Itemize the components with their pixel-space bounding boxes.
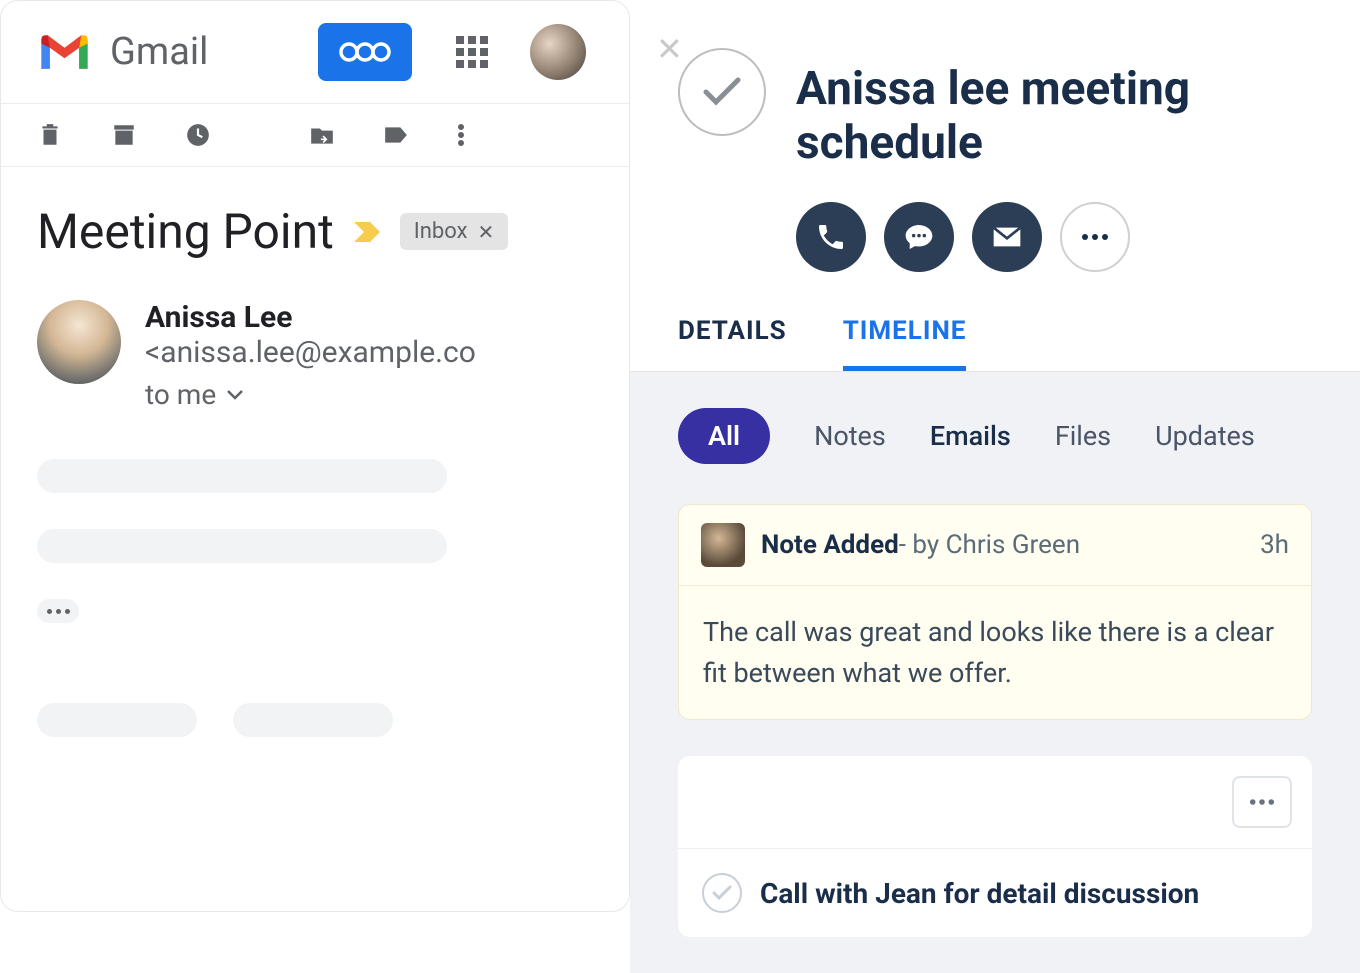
inbox-chip[interactable]: Inbox ✕ xyxy=(400,213,509,250)
gmail-title-text: Gmail xyxy=(110,30,208,74)
delete-icon[interactable] xyxy=(37,122,63,148)
crm-header: Anissa lee meeting schedule xyxy=(630,0,1360,170)
note-timestamp: 3h xyxy=(1260,530,1289,560)
crm-panel: ✕ Anissa lee meeting schedule DETAILS TI… xyxy=(630,0,1360,912)
email-content: Meeting Point Inbox ✕ Anissa Lee <anissa… xyxy=(1,167,629,773)
more-actions-button[interactable] xyxy=(1060,202,1130,272)
gmail-logo[interactable]: Gmail xyxy=(37,30,208,74)
placeholder-line xyxy=(233,703,393,737)
filter-updates[interactable]: Updates xyxy=(1155,420,1255,452)
message-button[interactable] xyxy=(884,202,954,272)
email-button[interactable] xyxy=(972,202,1042,272)
filter-all[interactable]: All xyxy=(678,408,770,464)
sender-name: Anissa Lee xyxy=(145,300,292,335)
user-avatar[interactable] xyxy=(530,24,586,80)
placeholder-line xyxy=(37,529,447,563)
complete-check-icon[interactable] xyxy=(678,48,766,136)
note-title: Note Added xyxy=(761,530,899,560)
task-more-button[interactable] xyxy=(1232,776,1292,828)
recipient-row[interactable]: to me xyxy=(145,378,593,411)
to-text: to me xyxy=(145,378,216,411)
inbox-chip-label: Inbox xyxy=(414,219,468,244)
mail-icon xyxy=(991,221,1023,253)
placeholder-line xyxy=(37,459,447,493)
task-card: Call with Jean for detail discussion xyxy=(678,756,1312,937)
task-header xyxy=(678,756,1312,849)
email-subject: Meeting Point xyxy=(37,203,334,260)
note-header: Note Added - by Chris Green 3h xyxy=(679,505,1311,586)
gmail-panel: Gmail Meeting Point xyxy=(0,0,630,912)
archive-icon[interactable] xyxy=(111,122,137,148)
note-author-avatar[interactable] xyxy=(701,523,745,567)
filter-emails[interactable]: Emails xyxy=(930,420,1011,452)
filter-notes[interactable]: Notes xyxy=(814,420,886,452)
integration-badge-button[interactable] xyxy=(318,23,412,81)
remove-label-icon[interactable]: ✕ xyxy=(478,220,495,244)
tab-timeline[interactable]: TIMELINE xyxy=(843,316,967,371)
placeholder-line xyxy=(37,703,197,737)
timeline-filters: All Notes Emails Files Updates xyxy=(678,408,1312,464)
chain-link-icon xyxy=(339,38,391,66)
call-button[interactable] xyxy=(796,202,866,272)
snooze-icon[interactable] xyxy=(185,122,211,148)
crm-tabs: DETAILS TIMELINE xyxy=(630,272,1360,372)
task-title: Call with Jean for detail discussion xyxy=(760,877,1199,910)
crm-body: All Notes Emails Files Updates Note Adde… xyxy=(630,372,1360,973)
email-body-placeholder xyxy=(37,459,593,737)
more-horiz-icon xyxy=(1081,233,1109,241)
gmail-header: Gmail xyxy=(1,1,629,103)
sender-info: Anissa Lee <anissa.lee@example.co to me xyxy=(145,300,593,411)
chat-icon xyxy=(903,221,935,253)
label-icon[interactable] xyxy=(383,122,409,148)
tab-details[interactable]: DETAILS xyxy=(678,316,787,371)
email-subject-row: Meeting Point Inbox ✕ xyxy=(37,203,593,260)
task-body: Call with Jean for detail discussion xyxy=(678,849,1312,937)
note-card: Note Added - by Chris Green 3h The call … xyxy=(678,504,1312,720)
more-vert-icon[interactable] xyxy=(457,122,465,148)
task-complete-icon[interactable] xyxy=(702,873,742,913)
note-body: The call was great and looks like there … xyxy=(679,586,1311,719)
gmail-m-icon xyxy=(37,31,92,73)
email-toolbar xyxy=(1,103,629,167)
note-author: - by Chris Green xyxy=(899,530,1080,560)
expand-content-icon[interactable] xyxy=(37,599,79,623)
more-horiz-icon xyxy=(1249,798,1275,806)
apps-grid-icon[interactable] xyxy=(456,36,488,68)
important-marker-icon[interactable] xyxy=(352,220,382,244)
sender-email: <anissa.lee@example.co xyxy=(145,335,476,370)
phone-icon xyxy=(815,221,847,253)
close-icon[interactable]: ✕ xyxy=(656,30,683,68)
action-buttons xyxy=(630,170,1360,272)
crm-title: Anissa lee meeting schedule xyxy=(796,62,1312,170)
sender-row: Anissa Lee <anissa.lee@example.co to me xyxy=(37,300,593,411)
filter-files[interactable]: Files xyxy=(1055,420,1111,452)
chevron-down-icon xyxy=(226,389,244,401)
move-icon[interactable] xyxy=(309,122,335,148)
sender-avatar[interactable] xyxy=(37,300,121,384)
